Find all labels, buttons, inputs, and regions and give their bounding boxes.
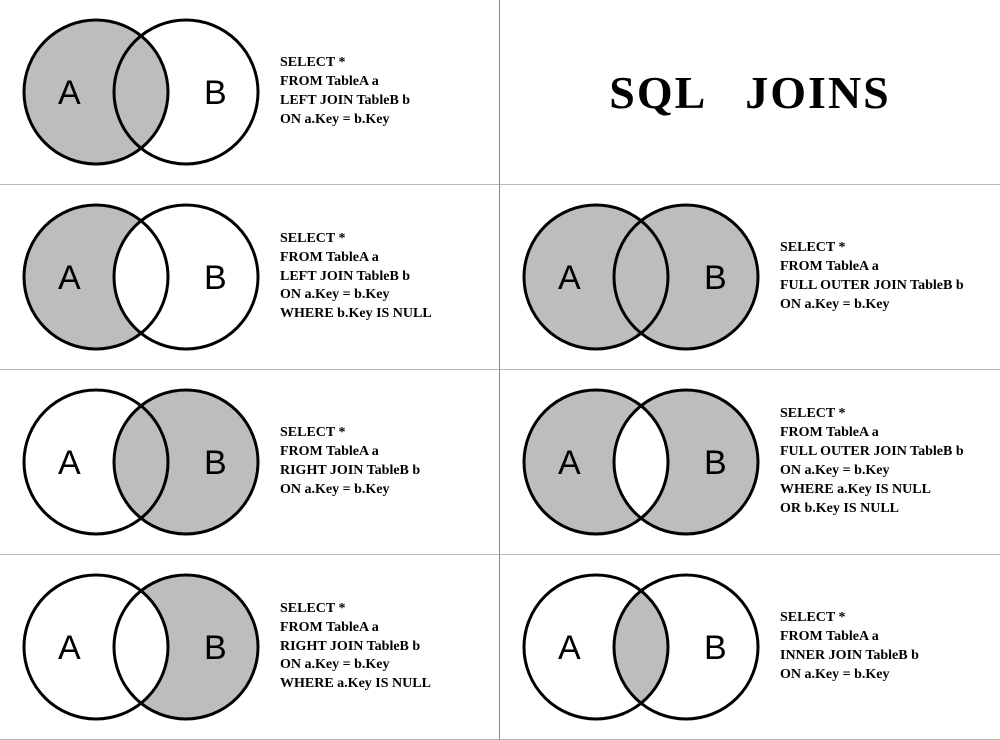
cell-full-outer-excl: AB SELECT * FROM TableA a FULL OUTER JOI…	[500, 370, 1000, 555]
venn-right-join: AB	[6, 377, 276, 547]
venn-left-join: AB	[6, 7, 276, 177]
joins-grid: AB SELECT * FROM TableA a LEFT JOIN Tabl…	[0, 0, 1000, 740]
venn-right-excl: AB	[6, 562, 276, 732]
page-title: SQL JOINS	[609, 66, 891, 119]
venn-label-b-icon: B	[204, 259, 227, 297]
venn-label-a-icon: A	[58, 74, 81, 112]
venn-label-b-icon: B	[204, 629, 227, 667]
sql-inner-join: SELECT * FROM TableA a INNER JOIN TableB…	[776, 609, 994, 685]
venn-left-excl: AB	[6, 192, 276, 362]
venn-label-b-icon: B	[204, 444, 227, 482]
sql-full-outer: SELECT * FROM TableA a FULL OUTER JOIN T…	[776, 239, 994, 315]
cell-right-excl: AB SELECT * FROM TableA a RIGHT JOIN Tab…	[0, 555, 500, 740]
sql-full-outer-excl: SELECT * FROM TableA a FULL OUTER JOIN T…	[776, 405, 994, 518]
venn-label-b-icon: B	[704, 259, 727, 297]
cell-right-join: AB SELECT * FROM TableA a RIGHT JOIN Tab…	[0, 370, 500, 555]
venn-label-b-icon: B	[704, 444, 727, 482]
venn-label-a-icon: A	[58, 444, 81, 482]
venn-label-a-icon: A	[58, 629, 81, 667]
cell-left-join: AB SELECT * FROM TableA a LEFT JOIN Tabl…	[0, 0, 500, 185]
venn-label-a-icon: A	[558, 444, 581, 482]
venn-inner-join: AB	[506, 562, 776, 732]
cell-full-outer: AB SELECT * FROM TableA a FULL OUTER JOI…	[500, 185, 1000, 370]
venn-full-outer-excl: AB	[506, 377, 776, 547]
venn-full-outer: AB	[506, 192, 776, 362]
venn-label-a-icon: A	[58, 259, 81, 297]
cell-inner-join: AB SELECT * FROM TableA a INNER JOIN Tab…	[500, 555, 1000, 740]
sql-left-join: SELECT * FROM TableA a LEFT JOIN TableB …	[276, 54, 493, 130]
venn-label-b-icon: B	[704, 629, 727, 667]
title-cell: SQL JOINS	[500, 0, 1000, 185]
venn-label-a-icon: A	[558, 629, 581, 667]
sql-right-excl: SELECT * FROM TableA a RIGHT JOIN TableB…	[276, 600, 493, 694]
sql-right-join: SELECT * FROM TableA a RIGHT JOIN TableB…	[276, 424, 493, 500]
cell-left-excl: AB SELECT * FROM TableA a LEFT JOIN Tabl…	[0, 185, 500, 370]
sql-left-excl: SELECT * FROM TableA a LEFT JOIN TableB …	[276, 230, 493, 324]
venn-label-a-icon: A	[558, 259, 581, 297]
venn-label-b-icon: B	[204, 74, 227, 112]
